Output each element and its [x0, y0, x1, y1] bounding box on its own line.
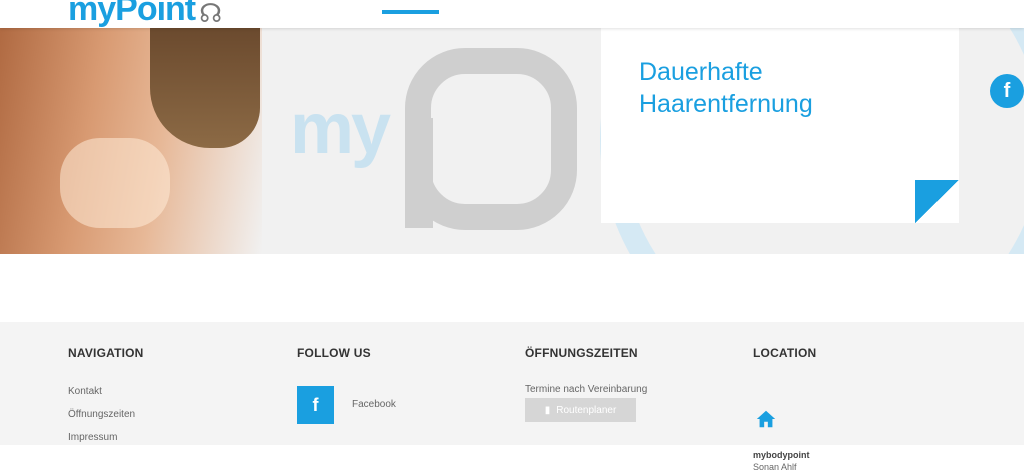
top-navigation-bar: myPoint ☊: [0, 0, 1024, 28]
footer: NAVIGATION Kontakt Öffnungszeiten Impres…: [0, 322, 1024, 472]
route-planner-label: Routenplaner: [556, 404, 617, 416]
hero-photo-highlight: [60, 138, 170, 228]
hours-text: Termine nach Vereinbarung: [525, 384, 648, 395]
hero-title-line2: Haarentfernung: [639, 90, 813, 118]
watermark-logo-text: my: [290, 89, 391, 169]
watermark-logo-stem: [405, 118, 433, 228]
location-street: Sonan Ahlf: [753, 462, 797, 472]
logo[interactable]: myPoint ☊: [68, 0, 222, 26]
facebook-link[interactable]: Facebook: [352, 399, 396, 410]
footer-follow-us: FOLLOW US f Facebook: [297, 346, 497, 456]
home-icon: [756, 410, 776, 428]
route-planner-button[interactable]: ▮ Routenplaner: [525, 398, 636, 422]
footer-link-oeffnungszeiten[interactable]: Öffnungszeiten: [68, 409, 135, 420]
hero-title-line1: Dauerhafte: [639, 58, 763, 86]
location-name: mybodypoint: [753, 450, 810, 460]
footer-navigation: NAVIGATION Kontakt Öffnungszeiten Impres…: [68, 346, 268, 456]
footer-location: LOCATION mybodypoint Sonan Ahlf: [753, 346, 953, 472]
footer-opening-hours: ÖFFNUNGSZEITEN Termine nach Vereinbarung…: [525, 346, 725, 456]
facebook-float-icon[interactable]: f: [990, 74, 1024, 108]
hero-photo: [0, 28, 262, 254]
footer-hours-heading: ÖFFNUNGSZEITEN: [525, 346, 638, 360]
hero-photo-detail: [150, 28, 260, 148]
footer-link-kontakt[interactable]: Kontakt: [68, 386, 102, 397]
hero-title: Dauerhafte Haarentfernung: [639, 56, 813, 120]
facebook-icon[interactable]: f: [297, 386, 334, 424]
footer-location-heading: LOCATION: [753, 346, 817, 360]
footer-link-impressum[interactable]: Impressum: [68, 432, 117, 443]
hero-banner: my Dauerhafte Haarentfernung: [0, 28, 1024, 254]
card-corner-accent: [915, 180, 959, 223]
logo-text: myPoint: [68, 0, 196, 28]
footer-navigation-heading: NAVIGATION: [68, 346, 144, 360]
active-nav-indicator: [382, 10, 439, 14]
footer-follow-heading: FOLLOW US: [297, 346, 371, 360]
figure-icon: ☊: [199, 0, 223, 28]
car-icon: ▮: [544, 404, 551, 416]
hero-card: Dauerhafte Haarentfernung: [601, 28, 959, 223]
